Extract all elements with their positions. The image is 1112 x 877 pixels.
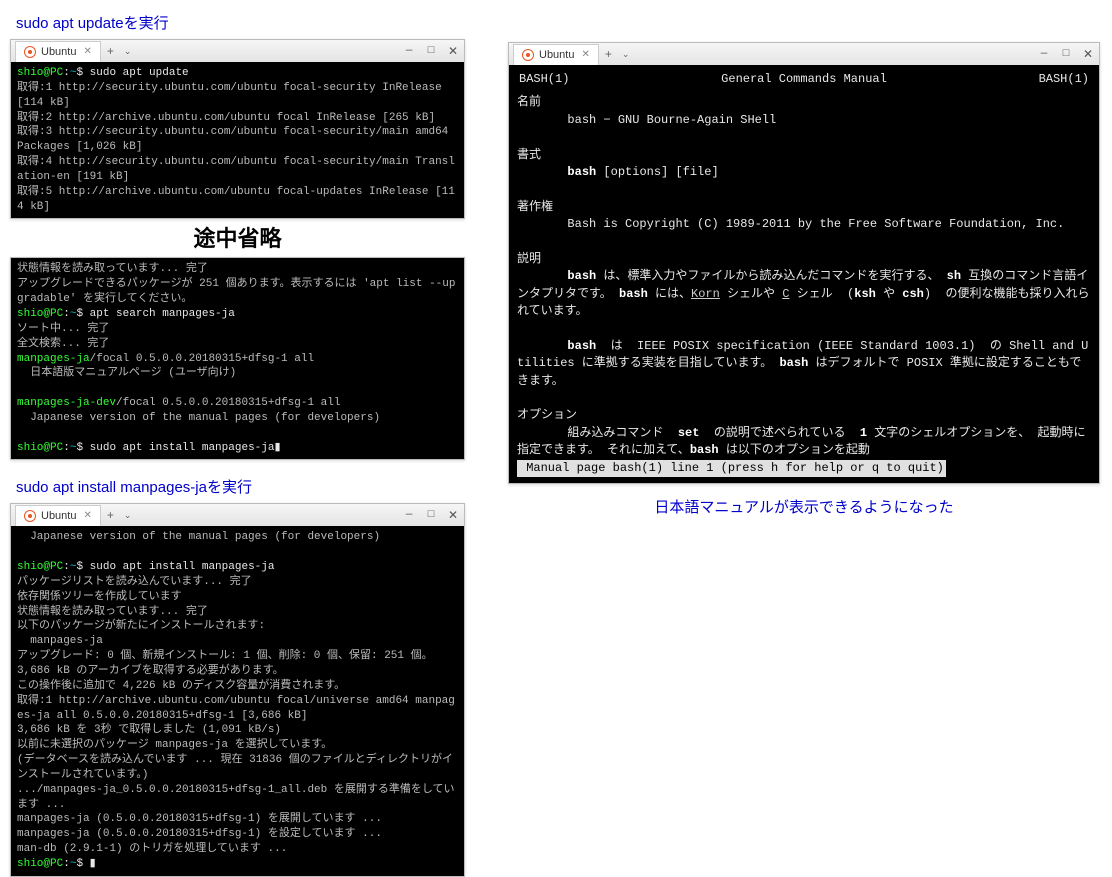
- tab-label: Ubuntu: [41, 46, 76, 58]
- tab-label: Ubuntu: [539, 49, 574, 61]
- caption-3: 日本語マニュアルが表示できるようになった: [508, 496, 1100, 517]
- caption-1: sudo apt updateを実行: [16, 12, 465, 33]
- titlebar: Ubuntu ✕ + ⌄ — □ ✕: [11, 40, 464, 62]
- ubuntu-icon: [24, 46, 36, 58]
- terminal-body[interactable]: 状態情報を読み取っています... 完了 アップグレードできるパッケージが 251…: [11, 258, 464, 459]
- terminal-window-3: Ubuntu ✕ + ⌄ — □ ✕ Japanese version of t…: [10, 503, 465, 876]
- man-section-description: 説明: [517, 252, 541, 266]
- terminal-window-man: Ubuntu ✕ + ⌄ — □ ✕ BASH(1)General Comman…: [508, 42, 1100, 484]
- terminal-body[interactable]: Japanese version of the manual pages (fo…: [11, 526, 464, 875]
- new-tab-button[interactable]: +: [101, 508, 120, 522]
- tab-close-icon[interactable]: ✕: [83, 46, 91, 57]
- tab-ubuntu[interactable]: Ubuntu ✕: [15, 505, 101, 526]
- close-button[interactable]: ✕: [1077, 47, 1099, 62]
- caption-2: sudo apt install manpages-jaを実行: [16, 476, 465, 497]
- tab-menu-chevron-icon[interactable]: ⌄: [618, 49, 634, 60]
- new-tab-button[interactable]: +: [599, 47, 618, 61]
- maximize-button[interactable]: □: [420, 509, 442, 521]
- man-status-line: Manual page bash(1) line 1 (press h for …: [517, 460, 946, 477]
- new-tab-button[interactable]: +: [101, 44, 120, 58]
- close-button[interactable]: ✕: [442, 508, 464, 523]
- maximize-button[interactable]: □: [420, 45, 442, 57]
- tab-ubuntu[interactable]: Ubuntu ✕: [15, 41, 101, 62]
- minimize-button[interactable]: —: [1033, 48, 1055, 60]
- tab-menu-chevron-icon[interactable]: ⌄: [120, 46, 136, 57]
- terminal-window-1: Ubuntu ✕ + ⌄ — □ ✕ shio@PC:~$ sudo apt u…: [10, 39, 465, 219]
- ubuntu-icon: [24, 510, 36, 522]
- tab-close-icon[interactable]: ✕: [581, 49, 589, 60]
- minimize-button[interactable]: —: [398, 509, 420, 521]
- close-button[interactable]: ✕: [442, 44, 464, 59]
- terminal-window-2: 状態情報を読み取っています... 完了 アップグレードできるパッケージが 251…: [10, 257, 465, 460]
- abbreviation-label: 途中省略: [10, 221, 465, 253]
- tab-close-icon[interactable]: ✕: [83, 510, 91, 521]
- terminal-body[interactable]: shio@PC:~$ sudo apt update 取得:1 http://s…: [11, 62, 464, 218]
- maximize-button[interactable]: □: [1055, 48, 1077, 60]
- ubuntu-icon: [522, 49, 534, 61]
- terminal-body-man[interactable]: BASH(1)General Commands ManualBASH(1)名前 …: [509, 65, 1099, 483]
- man-section-synopsis: 書式: [517, 148, 541, 162]
- minimize-button[interactable]: —: [398, 45, 420, 57]
- man-section-options: オプション: [517, 408, 577, 422]
- man-section-copyright: 著作権: [517, 200, 553, 214]
- tab-menu-chevron-icon[interactable]: ⌄: [120, 510, 136, 521]
- titlebar: Ubuntu ✕ + ⌄ — □ ✕: [509, 43, 1099, 65]
- man-section-name: 名前: [517, 95, 541, 109]
- tab-label: Ubuntu: [41, 510, 76, 522]
- tab-ubuntu[interactable]: Ubuntu ✕: [513, 44, 599, 65]
- titlebar: Ubuntu ✕ + ⌄ — □ ✕: [11, 504, 464, 526]
- man-header: BASH(1)General Commands ManualBASH(1): [517, 71, 1091, 94]
